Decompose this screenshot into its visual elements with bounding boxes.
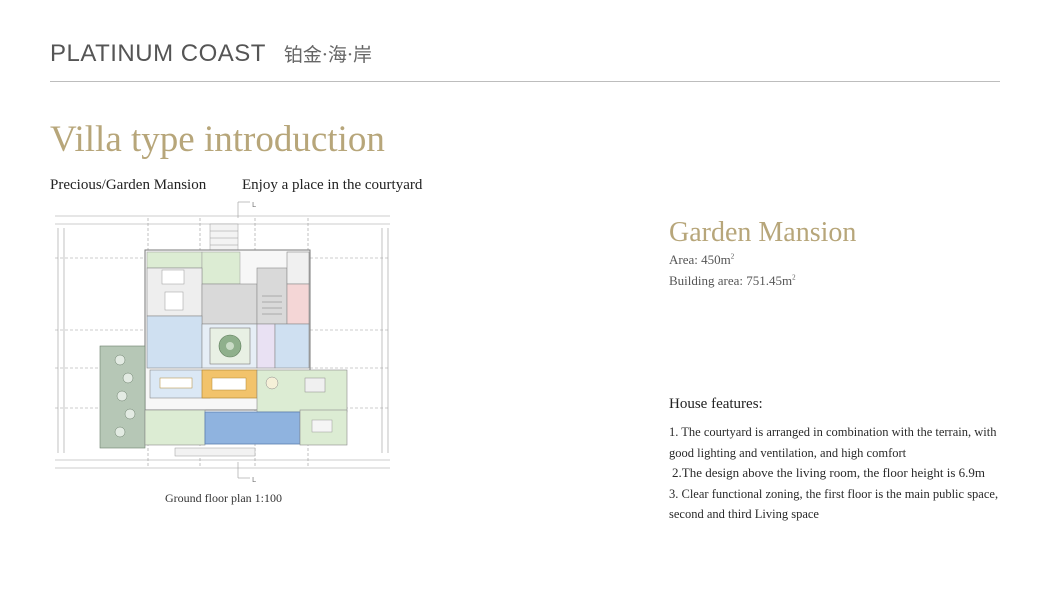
- section-marker-bottom: L: [252, 476, 256, 483]
- feature-item: 3. Clear functional zoning, the first fl…: [669, 486, 999, 522]
- area-value: Area: 450m: [669, 252, 731, 267]
- ground-floor-plan: L L: [55, 201, 390, 483]
- features-list: 1. The courtyard is arranged in combinat…: [669, 422, 1014, 525]
- feature-item: 1. The courtyard is arranged in combinat…: [669, 425, 997, 460]
- section-marker-top: L: [252, 201, 256, 209]
- building-area-superscript: 2: [792, 273, 796, 282]
- building-area-value: Building area: 751.45m: [669, 273, 793, 288]
- brand-header: PLATINUM COAST 铂金·海·岸: [50, 40, 372, 68]
- features-title: House features:: [669, 396, 763, 412]
- plan-caption: Ground floor plan 1:100: [165, 491, 282, 505]
- area-superscript: 2: [730, 252, 735, 261]
- header-divider: [50, 81, 1000, 82]
- building-area-spec: Building area: 751.45m2: [669, 273, 796, 289]
- area-spec: Area: 450m2: [669, 252, 734, 268]
- page-title: Villa type introduction: [50, 119, 385, 160]
- feature-item: 2.The design above the living room, the …: [672, 465, 986, 480]
- brand-name-cn: 铂金·海·岸: [283, 44, 373, 66]
- brand-name-en: PLATINUM COAST: [50, 40, 266, 67]
- villa-tagline: Enjoy a place in the courtyard: [242, 177, 423, 193]
- mansion-title: Garden Mansion: [669, 217, 857, 248]
- villa-type-label: Precious/Garden Mansion: [50, 177, 207, 193]
